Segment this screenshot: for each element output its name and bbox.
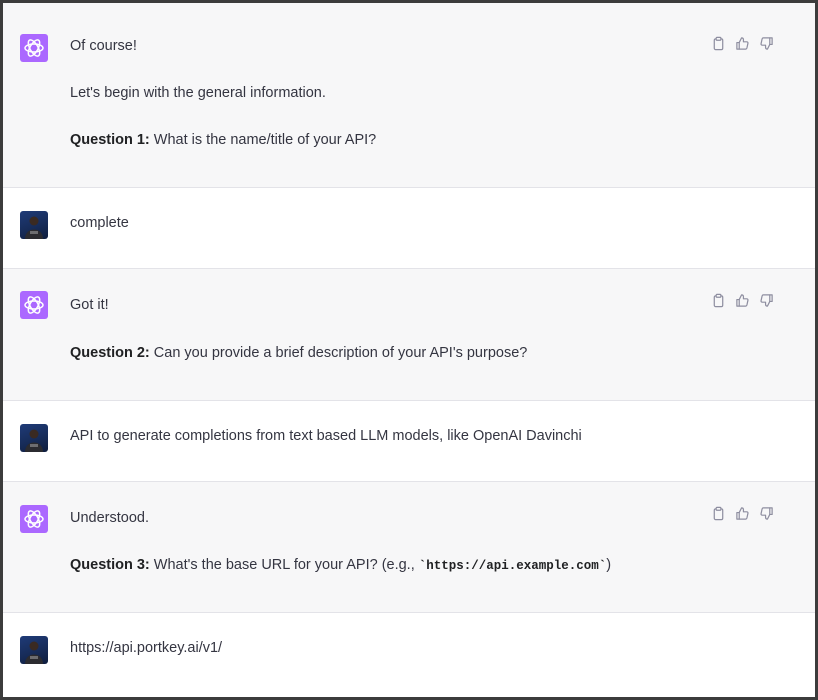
copy-button[interactable]: [709, 506, 727, 526]
message-text: https://api.portkey.ai/v1/: [70, 640, 223, 656]
message-text: What is the name/title of your API?: [149, 132, 377, 148]
dislike-button[interactable]: [757, 37, 775, 55]
message-text: Of course!: [70, 38, 137, 54]
user-message: complete: [3, 188, 815, 269]
message-line: Got it!: [70, 295, 735, 315]
question-label: Question 3:: [70, 557, 150, 573]
inline-code: `https://api.example.com`: [418, 559, 607, 573]
message-actions: [709, 293, 775, 313]
chat-thread: Of course! Let's begin with the general …: [0, 0, 818, 700]
question-label: Question 2:: [70, 345, 150, 361]
openai-logo-icon: [20, 291, 48, 319]
user-avatar: [20, 211, 48, 239]
clipboard-icon: [711, 506, 726, 526]
message-actions: [709, 506, 775, 526]
copy-button[interactable]: [709, 36, 727, 56]
assistant-message: Got it! Question 2: Can you provide a br…: [3, 269, 815, 401]
assistant-message: Understood. Question 3: What's the base …: [3, 482, 815, 613]
thumbs-down-icon: [759, 293, 774, 313]
message-text: API to generate completions from text ba…: [70, 428, 582, 444]
message-text: complete: [70, 215, 129, 231]
message-line: Question 1: What is the name/title of yo…: [70, 130, 735, 150]
like-button[interactable]: [733, 507, 751, 525]
thumbs-up-icon: [735, 506, 750, 526]
user-message: API to generate completions from text ba…: [3, 401, 815, 482]
thumbs-up-icon: [735, 293, 750, 313]
message-text: What's the base URL for your API? (e.g.,: [149, 557, 419, 573]
message-line: Understood.: [70, 508, 735, 528]
dislike-button[interactable]: [757, 507, 775, 525]
message-text: ): [606, 557, 612, 573]
like-button[interactable]: [733, 37, 751, 55]
message-text: Let's begin with the general information…: [70, 85, 326, 101]
copy-button[interactable]: [709, 293, 727, 313]
like-button[interactable]: [733, 294, 751, 312]
openai-logo-icon: [20, 505, 48, 533]
message-text: Understood.: [70, 510, 149, 526]
thumbs-down-icon: [759, 506, 774, 526]
clipboard-icon: [711, 293, 726, 313]
message-line: Question 2: Can you provide a brief desc…: [70, 343, 735, 363]
dislike-button[interactable]: [757, 294, 775, 312]
user-avatar: [20, 636, 48, 664]
message-actions: [709, 36, 775, 56]
message-text: Got it!: [70, 297, 109, 313]
message-text: Can you provide a brief description of y…: [149, 345, 528, 361]
openai-logo-icon: [20, 34, 48, 62]
question-label: Question 1:: [70, 132, 150, 148]
message-line: Let's begin with the general information…: [70, 83, 735, 103]
user-avatar: [20, 424, 48, 452]
message-line: Of course!: [70, 36, 735, 56]
thumbs-down-icon: [759, 36, 774, 56]
assistant-message: Of course! Let's begin with the general …: [3, 3, 815, 188]
message-line: Question 3: What's the base URL for your…: [70, 555, 735, 576]
clipboard-icon: [711, 36, 726, 56]
user-message: https://api.portkey.ai/v1/: [3, 613, 815, 697]
thumbs-up-icon: [735, 36, 750, 56]
